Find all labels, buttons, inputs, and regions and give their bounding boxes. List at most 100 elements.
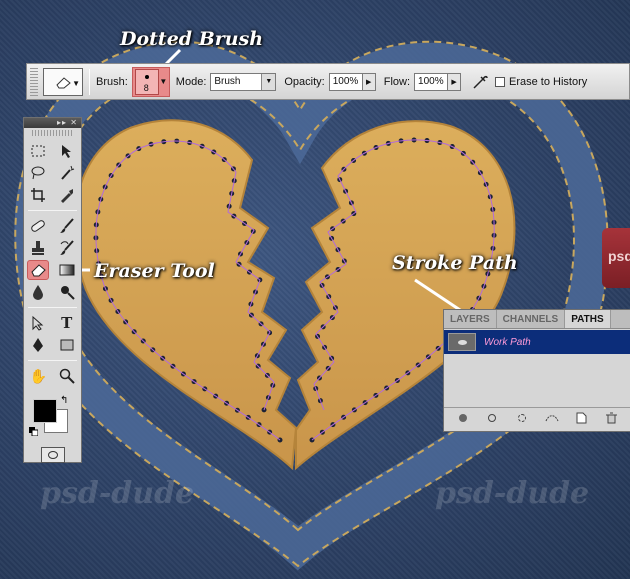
new-page-icon — [576, 412, 587, 424]
tab-layers[interactable]: LAYERS — [444, 310, 497, 328]
eraser-icon — [31, 264, 46, 277]
flow-label: Flow: — [383, 75, 411, 88]
callout-dotted-brush: Dotted Brush — [120, 28, 264, 50]
type-icon: T — [61, 314, 73, 332]
rectangle-tool[interactable] — [56, 335, 78, 355]
chevron-down-icon: ▼ — [261, 73, 276, 90]
move-tool[interactable] — [56, 141, 78, 161]
quick-mask-icon — [47, 451, 58, 459]
rectangle-icon — [60, 339, 74, 351]
eye-icon — [457, 339, 467, 345]
color-swatches: ↰ — [24, 393, 81, 443]
brush-tool[interactable] — [56, 216, 78, 236]
mode-value: Brush — [214, 75, 241, 87]
opacity-slider-button[interactable]: ▶ — [362, 72, 376, 91]
fill-path-button[interactable] — [456, 411, 470, 425]
stamp-icon — [32, 241, 45, 255]
paths-list-empty-area — [444, 354, 630, 407]
gradient-tool[interactable] — [56, 260, 78, 280]
pen-icon — [33, 338, 44, 352]
airbrush-toggle[interactable] — [469, 71, 491, 93]
bandage-icon — [31, 220, 46, 232]
blur-tool[interactable] — [27, 282, 49, 302]
make-work-path-button[interactable] — [545, 411, 559, 425]
red-tag: psd — [602, 228, 630, 288]
fill-path-icon — [458, 414, 467, 422]
path-selection-tool[interactable] — [27, 313, 49, 333]
tools-panel-titlebar[interactable]: ▸▸ ✕ — [24, 118, 81, 128]
tab-channels[interactable]: CHANNELS — [497, 310, 566, 328]
erase-to-history-checkbox[interactable] — [495, 76, 506, 87]
erase-to-history-label: Erase to History — [509, 75, 588, 88]
path-row-work-path[interactable]: Work Path — [444, 330, 630, 354]
options-bar-grip[interactable] — [30, 67, 38, 96]
delete-path-button[interactable] — [604, 411, 618, 425]
brush-preview: 8 — [134, 68, 159, 95]
tool-preset-picker[interactable]: ▼ — [43, 67, 83, 96]
magic-wand-tool[interactable] — [56, 163, 78, 183]
tools-panel-grip[interactable] — [32, 130, 73, 136]
gradient-icon — [59, 264, 75, 276]
crop-icon — [31, 188, 46, 202]
clone-stamp-tool[interactable] — [27, 238, 49, 258]
dodge-tool[interactable] — [56, 282, 78, 302]
tools-panel: ▸▸ ✕ T ✋ ↰ — [23, 117, 82, 463]
paths-panel-footer — [444, 407, 630, 428]
airbrush-icon — [473, 75, 488, 89]
quick-mask-button[interactable] — [40, 447, 65, 463]
healing-brush-tool[interactable] — [27, 216, 49, 236]
tools-divider — [28, 210, 77, 211]
pen-tool[interactable] — [27, 335, 49, 355]
stroke-path-icon — [488, 414, 497, 422]
path-selection-icon — [32, 315, 44, 331]
type-tool[interactable]: T — [56, 313, 78, 333]
chevron-down-icon: ▼ — [159, 77, 168, 86]
brush-label: Brush: — [96, 75, 128, 88]
paths-panel: LAYERS CHANNELS PATHS Work Path — [443, 309, 630, 432]
watermark-left: psd-dude — [40, 476, 195, 511]
brush-dot-icon — [144, 74, 149, 79]
opacity-field[interactable]: 100% — [328, 72, 363, 91]
load-path-as-selection-button[interactable] — [515, 411, 529, 425]
zoom-tool[interactable] — [56, 366, 78, 386]
hand-tool[interactable]: ✋ — [27, 366, 49, 386]
selection-icon — [518, 414, 527, 422]
history-brush-icon — [59, 240, 74, 255]
brush-icon — [59, 218, 74, 233]
eyedropper-tool[interactable] — [56, 185, 78, 205]
eraser-icon — [56, 76, 71, 88]
lasso-tool[interactable] — [27, 163, 49, 183]
watermark-right: psd-dude — [435, 476, 590, 511]
zoom-icon — [59, 368, 75, 384]
mode-select[interactable]: Brush ▼ — [210, 72, 277, 91]
marquee-tool[interactable] — [27, 141, 49, 161]
callout-eraser-tool: Eraser Tool — [94, 260, 215, 282]
history-brush-tool[interactable] — [56, 238, 78, 258]
callout-stroke-path: Stroke Path — [392, 252, 518, 274]
brush-size: 8 — [143, 82, 149, 93]
eyedropper-icon — [60, 189, 73, 203]
flow-field[interactable]: 100% — [414, 72, 449, 91]
new-path-button[interactable] — [574, 411, 588, 425]
panel-tabs: LAYERS CHANNELS PATHS — [444, 310, 630, 329]
crop-tool[interactable] — [27, 185, 49, 205]
foreground-color[interactable] — [33, 399, 57, 423]
path-name: Work Path — [484, 336, 531, 348]
eraser-tool[interactable] — [27, 260, 50, 280]
magic-wand-icon — [61, 165, 74, 180]
flow-slider-button[interactable]: ▶ — [448, 72, 462, 91]
marquee-icon — [31, 145, 45, 157]
path-thumbnail — [448, 333, 476, 351]
chevron-down-icon: ▼ — [72, 78, 80, 88]
tools-divider — [28, 307, 77, 308]
lasso-icon — [31, 166, 45, 180]
hand-icon: ✋ — [29, 367, 47, 384]
droplet-icon — [33, 285, 44, 300]
divider — [89, 68, 90, 95]
brush-picker[interactable]: 8 ▼ — [131, 66, 170, 97]
default-colors-icon[interactable] — [29, 427, 38, 436]
dodge-icon — [60, 286, 75, 300]
stroke-path-button[interactable] — [485, 411, 499, 425]
tab-paths[interactable]: PATHS — [565, 310, 611, 328]
swap-colors-icon[interactable]: ↰ — [60, 395, 68, 406]
